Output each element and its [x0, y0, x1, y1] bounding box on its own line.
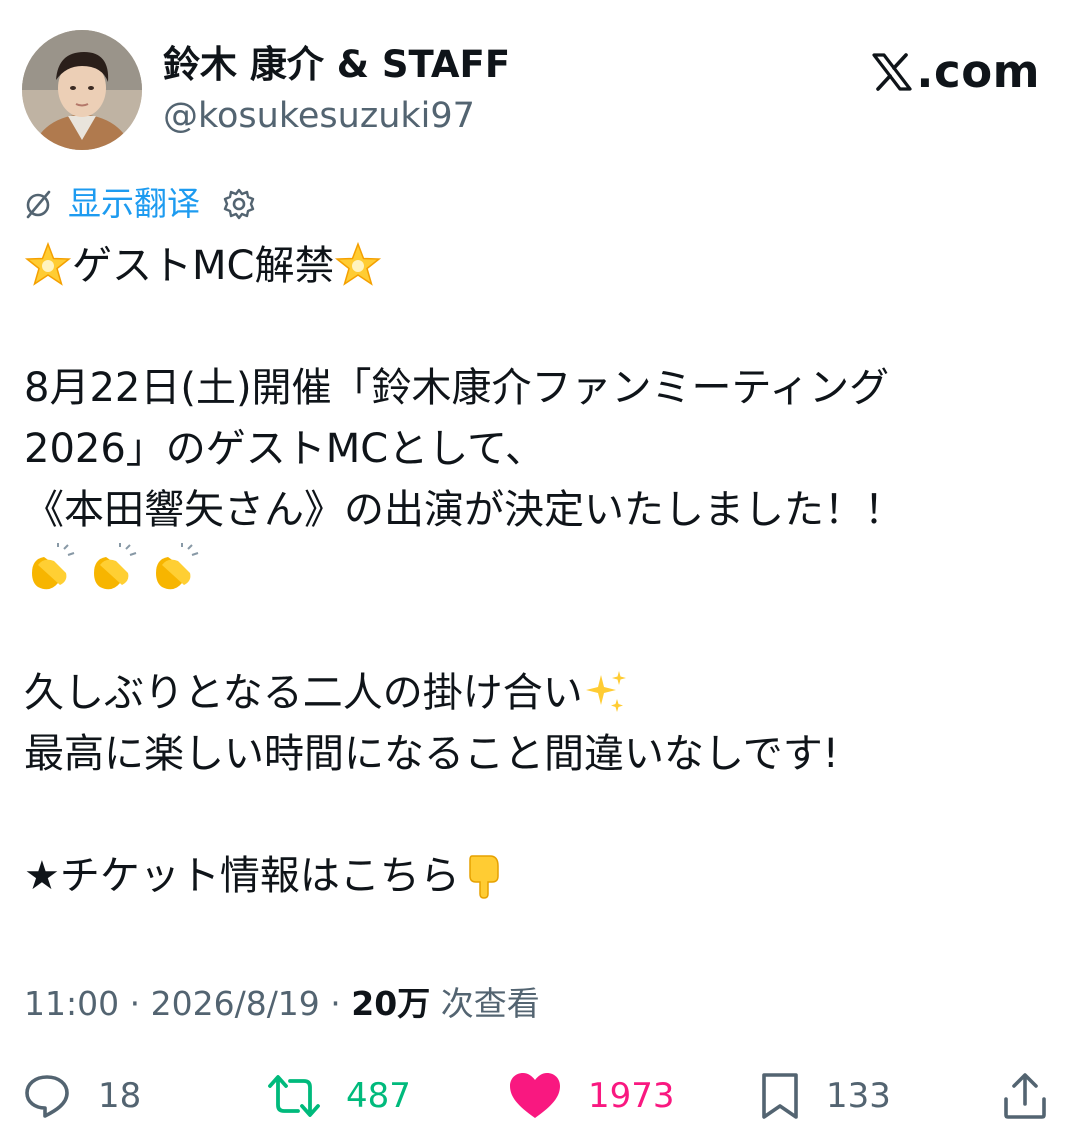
tweet-text: ゲストMC解禁 8月22日(土)開催「鈴木康介ファンミーティング 2026」のゲ… — [24, 236, 1064, 907]
brand-text: .com — [916, 45, 1040, 98]
display-name[interactable]: 鈴木 康介 & STAFF — [163, 40, 510, 90]
like-count: 1973 — [588, 1076, 675, 1116]
bookmark-count: 133 — [826, 1076, 891, 1116]
retweet-count: 487 — [346, 1076, 411, 1116]
reply-button[interactable]: 18 — [22, 1068, 141, 1124]
avatar[interactable] — [22, 30, 142, 150]
backhand-index-pointing-down-icon — [469, 855, 499, 899]
view-count: 20万 — [351, 984, 431, 1023]
sparkles-icon — [585, 671, 626, 712]
like-button[interactable]: 1973 — [508, 1068, 675, 1124]
tweet-actions: 18 487 1973 133 — [22, 1068, 1052, 1124]
tweet-line: 8月22日(土)開催「鈴木康介ファンミーティング — [24, 365, 890, 411]
gear-icon[interactable] — [222, 187, 256, 221]
site-brand: .com — [872, 44, 1040, 100]
user-handle[interactable]: @kosukesuzuki97 — [163, 92, 475, 140]
tweet-date[interactable]: 2026/8/19 — [151, 984, 320, 1023]
tweet-headline: ゲストMC解禁 — [72, 243, 335, 289]
bookmark-button[interactable]: 133 — [760, 1068, 891, 1124]
clapping-hands-icon — [32, 543, 75, 590]
bookmark-icon — [762, 1073, 798, 1119]
tweet-line: 久しぶりとなる二人の掛け合い — [24, 663, 1064, 724]
heart-icon — [510, 1073, 560, 1118]
tweet-line: ゲストMC解禁 — [24, 236, 1064, 297]
tweet-time[interactable]: 11:00 — [24, 984, 119, 1023]
reply-icon — [25, 1075, 69, 1118]
x-logo-icon — [872, 53, 913, 91]
translate-icon — [26, 190, 51, 219]
glowing-star-icon — [24, 241, 72, 286]
translate-row: 显示翻译 — [22, 182, 256, 226]
tweet-line: 《本田響矢さん》の出演が決定いたしました！！ — [24, 487, 904, 533]
tweet-line: ★チケット情報はこちら — [24, 846, 1064, 907]
retweet-button[interactable]: 487 — [268, 1068, 411, 1124]
glowing-star-icon — [335, 241, 382, 286]
share-button[interactable] — [1002, 1068, 1048, 1124]
tweet-line: 最高に楽しい時間になること間違いなしです! — [24, 731, 839, 777]
clapping-hands-icon — [156, 543, 199, 590]
tweet-meta: 11:00 · 2026/8/19 · 20万 次查看 — [24, 984, 540, 1023]
clapping-hands-icon — [94, 543, 137, 590]
tweet-line: 2026」のゲストMCとして、 — [24, 426, 546, 472]
retweet-icon — [268, 1075, 320, 1117]
profile-photo-icon — [22, 30, 142, 150]
show-translation-link[interactable]: 显示翻译 — [68, 182, 200, 226]
reply-count: 18 — [98, 1076, 142, 1116]
share-icon — [1004, 1073, 1046, 1119]
view-label: 次查看 — [430, 984, 540, 1023]
tweet-line — [24, 541, 1064, 602]
